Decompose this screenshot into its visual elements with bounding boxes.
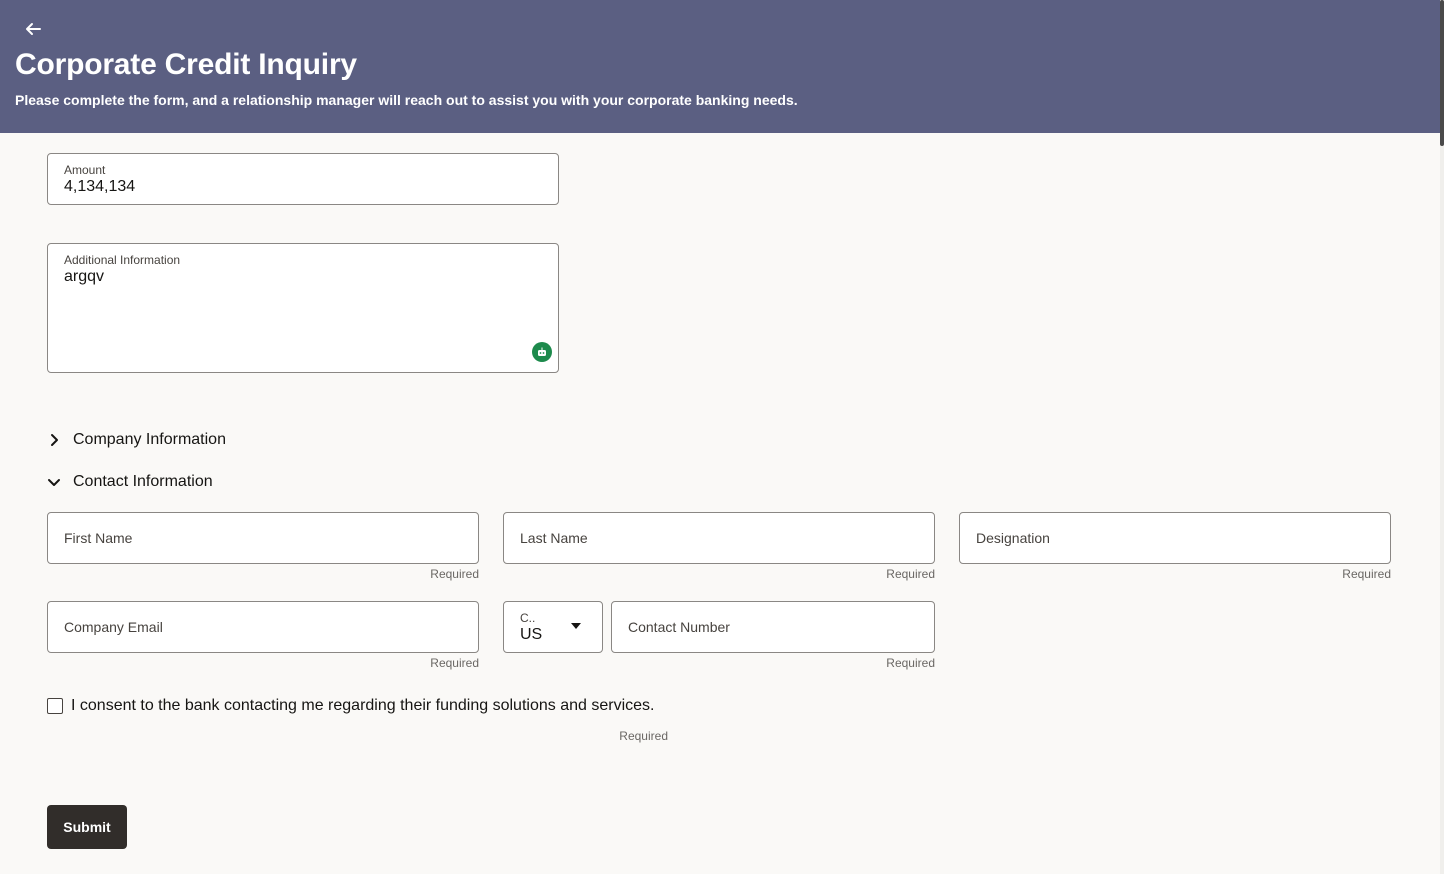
first-name-input[interactable]: First Name: [47, 512, 479, 564]
additional-info-field[interactable]: Additional Information argqv: [47, 243, 559, 373]
contact-number-input[interactable]: Contact Number: [611, 601, 935, 653]
amount-label: Amount: [64, 163, 106, 177]
additional-info-value: argqv: [64, 268, 105, 285]
contact-information-label: Contact Information: [73, 473, 213, 490]
consent-row[interactable]: I consent to the bank contacting me rega…: [47, 697, 654, 715]
contact-number-helper: Required: [886, 656, 935, 670]
last-name-placeholder: Last Name: [520, 530, 588, 546]
company-information-toggle[interactable]: Company Information: [47, 431, 226, 449]
amount-field[interactable]: Amount 4,134,134: [47, 153, 559, 205]
additional-info-label: Additional Information: [64, 253, 181, 267]
caret-down-icon[interactable]: [571, 623, 581, 629]
designation-placeholder: Designation: [976, 530, 1050, 546]
company-email-helper: Required: [430, 656, 479, 670]
scrollbar-thumb[interactable]: [1440, 0, 1444, 146]
scrollbar[interactable]: [1440, 0, 1444, 874]
page-header: Corporate Credit Inquiry Please complete…: [0, 0, 1440, 133]
first-name-placeholder: First Name: [64, 530, 133, 546]
first-name-helper: Required: [430, 567, 479, 581]
company-information-label: Company Information: [73, 431, 226, 448]
country-code-select[interactable]: C.. US: [503, 601, 603, 653]
submit-button[interactable]: Submit: [47, 805, 127, 849]
country-code-label: C..: [520, 611, 536, 625]
company-email-input[interactable]: Company Email: [47, 601, 479, 653]
consent-helper: Required: [619, 729, 668, 743]
last-name-helper: Required: [886, 567, 935, 581]
consent-label: I consent to the bank contacting me rega…: [71, 697, 655, 714]
chevron-right-icon: [51, 434, 58, 446]
arrow-left-icon[interactable]: [22, 18, 44, 40]
designation-input[interactable]: Designation: [959, 512, 1391, 564]
country-code-value: US: [520, 626, 543, 643]
designation-helper: Required: [1342, 567, 1391, 581]
company-email-placeholder: Company Email: [64, 619, 163, 635]
ai-assistant-icon[interactable]: [532, 342, 552, 362]
contact-number-placeholder: Contact Number: [628, 619, 730, 635]
amount-value: 4,134,134: [64, 178, 136, 195]
chevron-down-icon: [48, 479, 60, 486]
page-title: Corporate Credit Inquiry: [15, 48, 357, 81]
last-name-input[interactable]: Last Name: [503, 512, 935, 564]
consent-checkbox[interactable]: [47, 698, 63, 714]
page-subtitle: Please complete the form, and a relation…: [15, 92, 798, 108]
contact-information-toggle[interactable]: Contact Information: [47, 473, 213, 491]
